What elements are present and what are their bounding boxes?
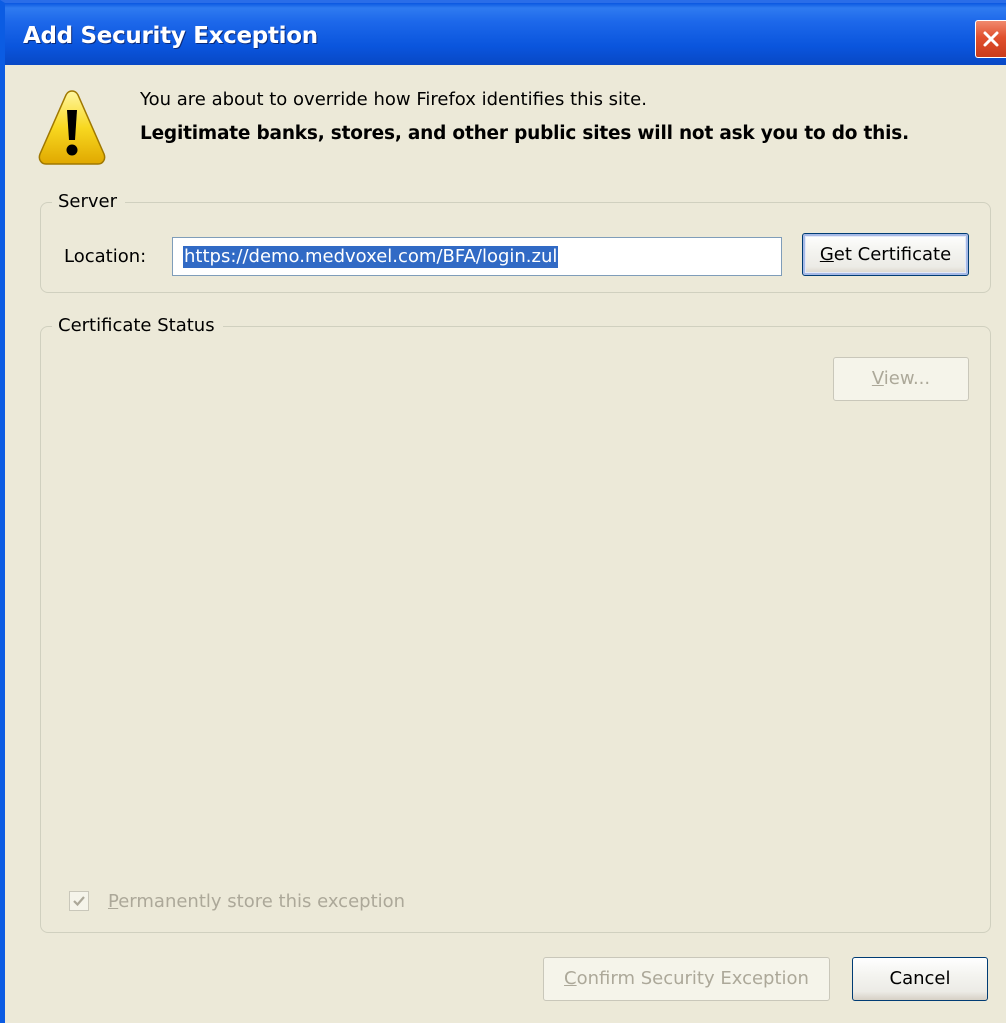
get-certificate-button[interactable]: Get Certificate (802, 233, 969, 276)
checkmark-icon (73, 896, 85, 907)
close-icon (983, 31, 999, 47)
confirm-label: onfirm Security Exception (576, 968, 809, 989)
view-label: iew... (883, 368, 931, 389)
warning-message: Legitimate banks, stores, and other publ… (140, 123, 909, 144)
location-input[interactable]: https://demo.medvoxel.com/BFA/login.zul (172, 237, 782, 276)
close-button[interactable] (975, 20, 1006, 58)
window-title: Add Security Exception (23, 23, 318, 49)
confirm-security-exception-button[interactable]: Confirm Security Exception (543, 957, 830, 1001)
warning-icon (38, 90, 106, 165)
title-bar[interactable]: Add Security Exception (5, 3, 1006, 65)
view-accesskey: V (871, 368, 884, 389)
permanent-checkbox[interactable] (69, 891, 89, 911)
cancel-label: Cancel (889, 968, 951, 989)
cancel-button[interactable]: Cancel (852, 957, 988, 1001)
override-message: You are about to override how Firefox id… (140, 89, 647, 110)
permanent-label-text: ermanently store this exception (118, 891, 406, 912)
permanent-checkbox-label[interactable]: Permanently store this exception (108, 891, 405, 912)
location-value: https://demo.medvoxel.com/BFA/login.zul (183, 246, 559, 268)
dialog-window: Add Security Exception You are about to … (0, 0, 1006, 1023)
certificate-status-caption: Certificate Status (52, 315, 223, 336)
view-button[interactable]: View... (833, 357, 969, 401)
server-caption: Server (52, 191, 126, 212)
get-certificate-accesskey: G (819, 244, 834, 265)
certificate-status-group (40, 326, 991, 933)
location-label: Location: (64, 246, 147, 267)
permanent-accesskey: P (108, 891, 119, 912)
confirm-accesskey: C (564, 968, 577, 989)
get-certificate-label: et Certificate (833, 244, 952, 265)
